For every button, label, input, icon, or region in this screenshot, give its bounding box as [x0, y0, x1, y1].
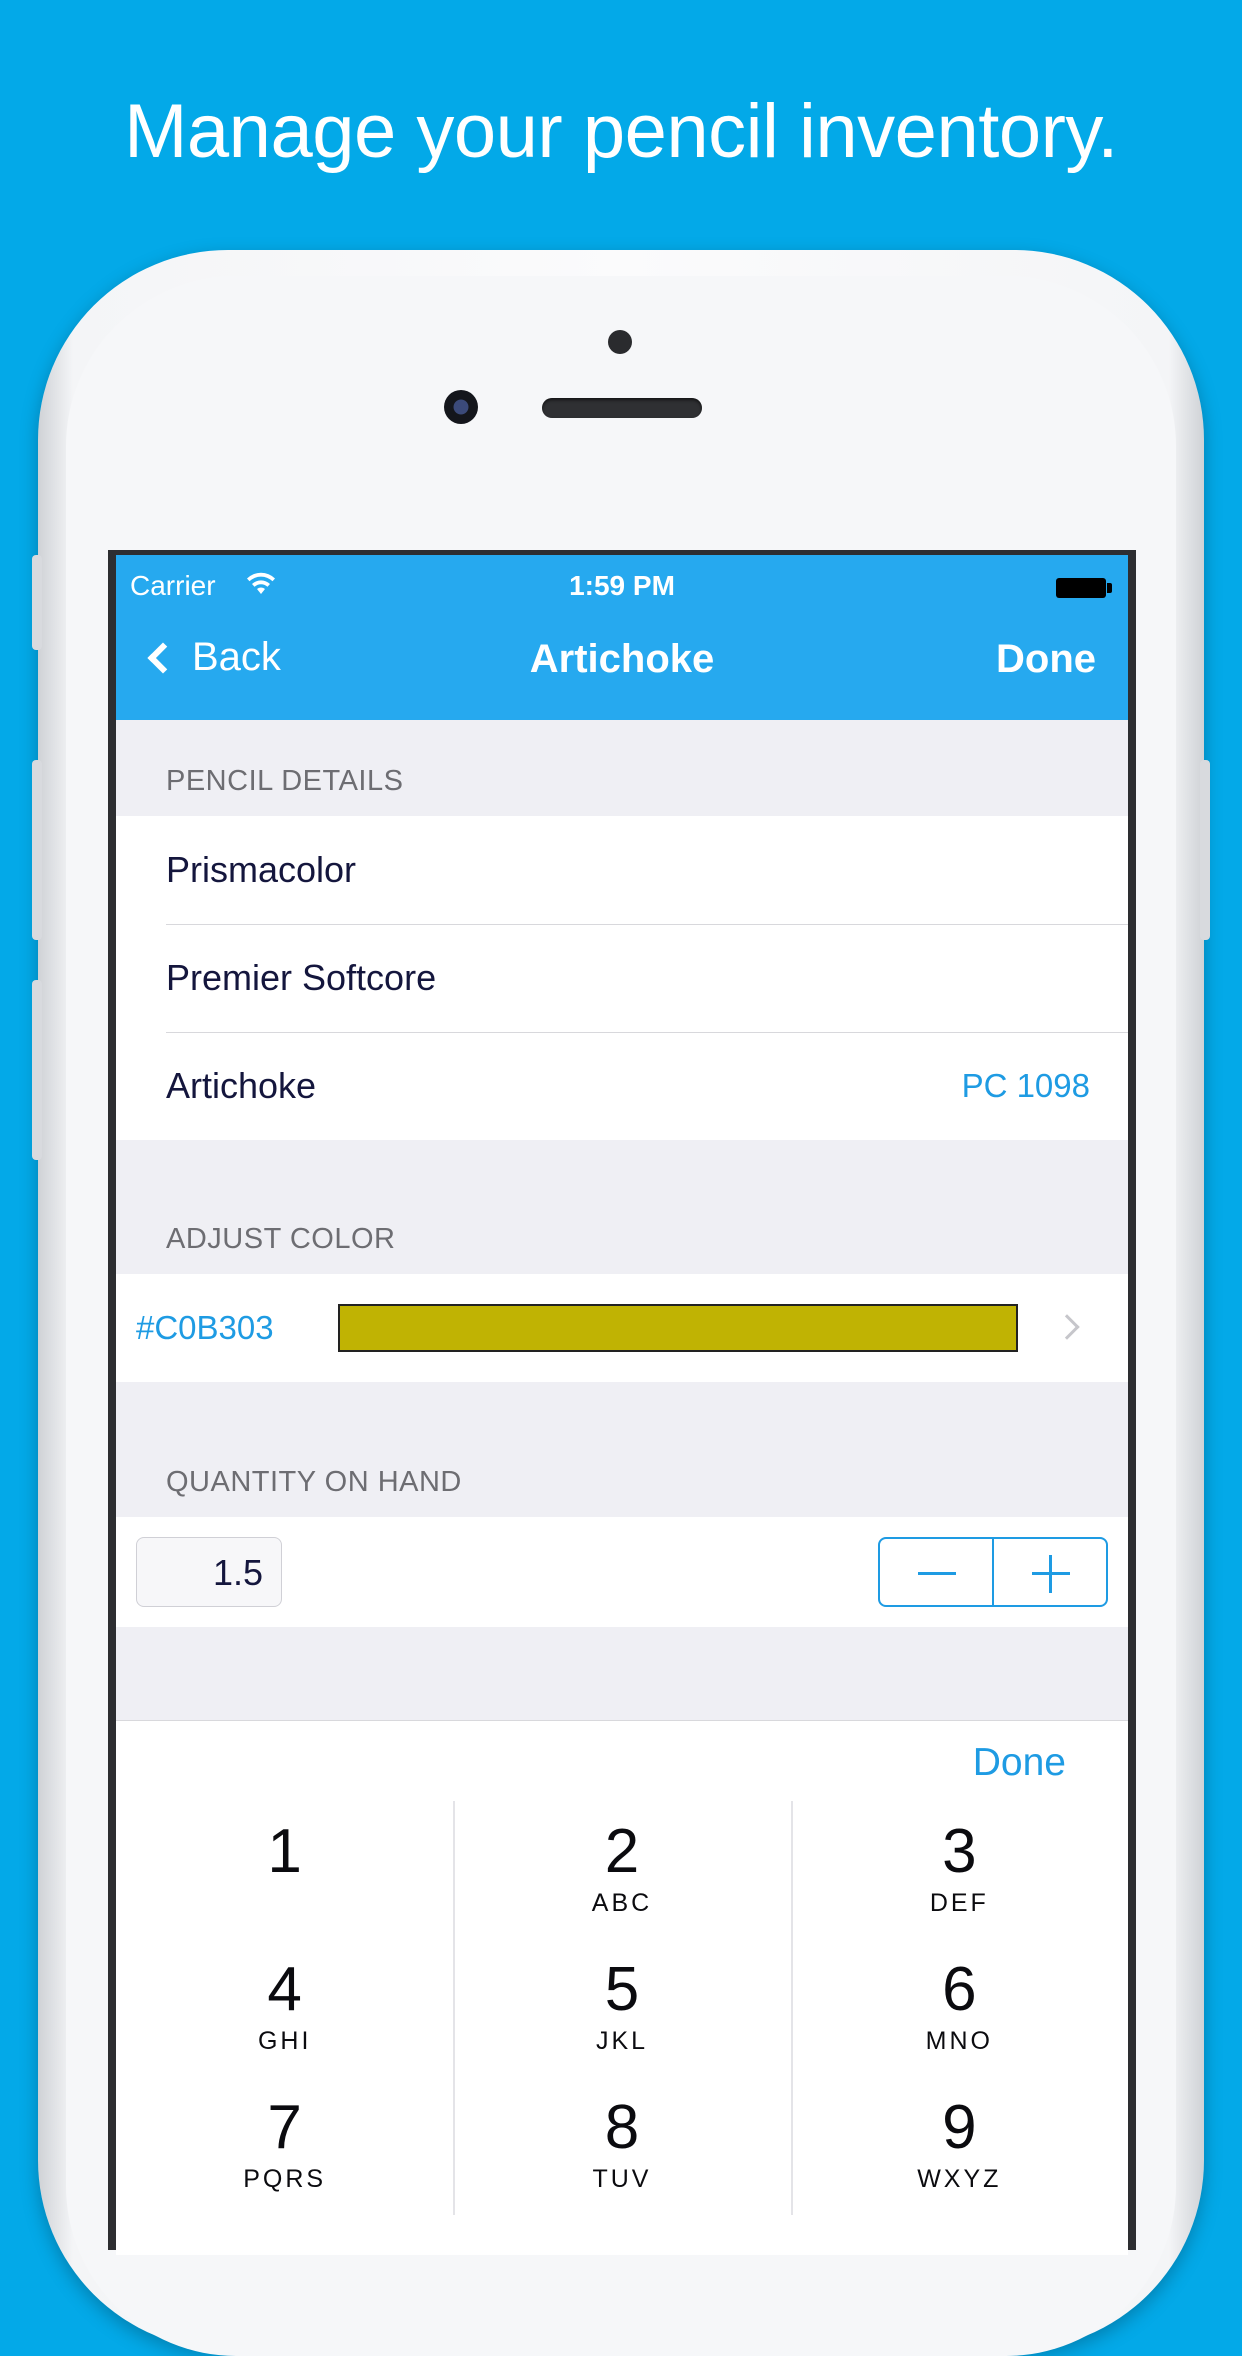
- adjust-color-row[interactable]: #C0B303: [116, 1274, 1128, 1382]
- key-digit: 4: [267, 1955, 302, 2024]
- proximity-sensor: [608, 330, 632, 354]
- mute-switch: [32, 555, 42, 650]
- key-row: 7 PQRS 8 TUV 9 WXYZ: [116, 2077, 1128, 2215]
- app-screen: Carrier 1:59 PM Back Artichoke Done PENC…: [116, 555, 1128, 2255]
- key-8[interactable]: 8 TUV: [453, 2077, 790, 2215]
- line-label: Premier Softcore: [166, 957, 437, 998]
- key-digit: 2: [604, 1817, 640, 1886]
- key-digit: 8: [604, 2093, 640, 2162]
- plus-icon-vertical: [1049, 1555, 1052, 1593]
- pencil-details-group: Prismacolor Premier Softcore Artichoke P…: [116, 816, 1128, 1140]
- key-digit: 1: [267, 1817, 302, 1886]
- minus-icon: [918, 1572, 956, 1575]
- line-row[interactable]: Premier Softcore: [116, 924, 1128, 1032]
- status-time: 1:59 PM: [569, 570, 675, 601]
- phone-screen: Carrier 1:59 PM Back Artichoke Done PENC…: [108, 550, 1136, 2255]
- key-digit: 3: [942, 1817, 977, 1886]
- status-bar: Carrier 1:59 PM: [116, 570, 1128, 604]
- power-button: [1200, 760, 1210, 940]
- key-letters: ABC: [591, 1889, 653, 1917]
- keyboard-done-button[interactable]: Done: [973, 1741, 1066, 1785]
- key-letters: PQRS: [243, 2165, 327, 2193]
- page-title: Artichoke: [529, 637, 715, 681]
- key-1[interactable]: 1: [116, 1801, 453, 1939]
- key-9[interactable]: 9 WXYZ: [790, 2077, 1128, 2215]
- key-6[interactable]: 6 MNO: [790, 1939, 1128, 2077]
- key-7[interactable]: 7 PQRS: [116, 2077, 453, 2215]
- key-row: 4 GHI 5 JKL 6 MNO: [116, 1939, 1128, 2077]
- section-header-adjust-color: ADJUST COLOR: [166, 1223, 396, 1255]
- key-digit: 5: [604, 1955, 640, 2024]
- numeric-keyboard: Done 1 2 ABC 3 DEF 4 GHI 5 JKL 6 MNO 7 PQRS 8 T…: [116, 1720, 1128, 2255]
- key-letters: JKL: [595, 2027, 649, 2055]
- volume-up-button: [32, 760, 42, 940]
- earpiece-speaker: [542, 398, 702, 418]
- color-swatch: [338, 1304, 1018, 1352]
- key-letters: GHI: [257, 2027, 312, 2055]
- section-header-pencil-details: PENCIL DETAILS: [166, 765, 404, 797]
- battery-tip-icon: [1107, 583, 1112, 593]
- increment-button[interactable]: [992, 1539, 1106, 1605]
- key-5[interactable]: 5 JKL: [453, 1939, 790, 2077]
- color-name-label: Artichoke: [166, 1065, 317, 1106]
- keypad: 1 2 ABC 3 DEF 4 GHI 5 JKL 6 MNO 7 PQRS 8 TUV 9 W…: [116, 1801, 1128, 2215]
- battery-icon: [1056, 578, 1106, 598]
- key-letters: WXYZ: [917, 2165, 1002, 2193]
- color-name-row[interactable]: Artichoke PC 1098: [116, 1032, 1128, 1140]
- quantity-input[interactable]: 1.5: [136, 1537, 282, 1607]
- hex-value: #C0B303: [136, 1309, 274, 1346]
- key-digit: 6: [942, 1955, 977, 2024]
- key-2[interactable]: 2 ABC: [453, 1801, 790, 1939]
- key-4[interactable]: 4 GHI: [116, 1939, 453, 2077]
- headline: Manage your pencil inventory.: [124, 89, 1118, 174]
- front-camera-icon: [444, 390, 478, 424]
- decrement-button[interactable]: [880, 1539, 992, 1605]
- key-digit: 7: [267, 2093, 302, 2162]
- key-letters: MNO: [925, 2027, 993, 2055]
- navigation-bar: Carrier 1:59 PM Back Artichoke Done: [116, 555, 1128, 720]
- chevron-right-icon: [1054, 1314, 1080, 1340]
- key-letters: DEF: [929, 1889, 989, 1917]
- done-button[interactable]: Done: [996, 637, 1096, 682]
- key-3[interactable]: 3 DEF: [790, 1801, 1128, 1939]
- volume-down-button: [32, 980, 42, 1160]
- key-letters: TUV: [592, 2165, 652, 2193]
- brand-label: Prismacolor: [166, 849, 357, 890]
- key-row: 1 2 ABC 3 DEF: [116, 1801, 1128, 1939]
- brand-row[interactable]: Prismacolor: [116, 816, 1128, 924]
- section-header-quantity: QUANTITY ON HAND: [166, 1466, 462, 1498]
- quantity-row: 1.5: [116, 1517, 1128, 1627]
- key-digit: 9: [942, 2093, 977, 2162]
- color-code-label: PC 1098: [961, 1067, 1090, 1104]
- quantity-stepper: [878, 1537, 1108, 1607]
